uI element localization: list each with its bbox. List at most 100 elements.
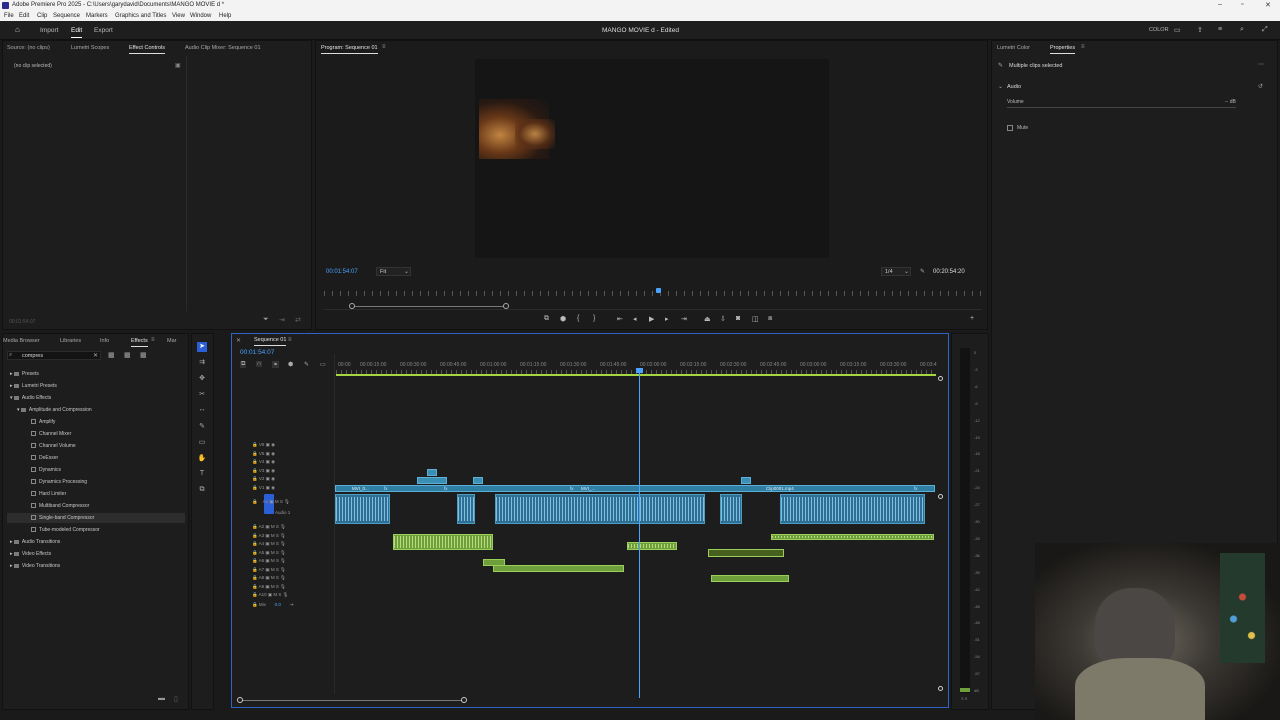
track-header-v5[interactable]: 🔒 V5 ▣ ◉ bbox=[252, 451, 275, 460]
audio-clip-a1[interactable] bbox=[720, 494, 742, 524]
menu-graphics[interactable]: Graphics and Titles bbox=[115, 13, 166, 19]
audio-clip-a1[interactable] bbox=[495, 494, 705, 524]
effect-dynamics-processing[interactable]: Dynamics Processing bbox=[31, 479, 87, 485]
tab-libraries[interactable]: Libraries bbox=[60, 338, 81, 344]
audio-clip-a3[interactable] bbox=[393, 534, 493, 550]
audio-clip-a1[interactable] bbox=[780, 494, 925, 524]
mark-in-icon[interactable]: { bbox=[577, 315, 579, 322]
snap-icon[interactable]: ∩ bbox=[256, 361, 263, 367]
horizontal-scrollbar[interactable] bbox=[240, 700, 464, 701]
audio-clip-a6[interactable] bbox=[493, 565, 624, 572]
tab-audio-clip-mixer[interactable]: Audio Clip Mixer: Sequence 01 bbox=[185, 45, 261, 51]
track-header-v3[interactable]: 🔒 V3 ▣ ◉ bbox=[252, 468, 275, 477]
audio-clip-a1[interactable] bbox=[457, 494, 475, 524]
track-header-a7[interactable]: 🔒 A7 ▣ M S 🎙 bbox=[252, 567, 288, 576]
track-header-a8[interactable]: 🔒 A8 ▣ M S 🎙 bbox=[252, 575, 288, 584]
track-header-a2[interactable]: 🔒 A2 ▣ M S 🎙 bbox=[252, 524, 288, 533]
track-header-a9[interactable]: 🔒 A9 ▣ M S 🎙 bbox=[252, 584, 288, 593]
lift-icon[interactable]: ⏏ bbox=[704, 315, 711, 323]
captions-icon[interactable]: ▭ bbox=[320, 361, 326, 368]
reset-icon[interactable]: ↺ bbox=[1258, 83, 1263, 90]
go-to-in-icon[interactable]: ⇤ bbox=[617, 315, 623, 323]
tree-video-transitions[interactable]: ▸ Video Transitions bbox=[10, 563, 60, 569]
audio-clip-a3b[interactable] bbox=[771, 534, 934, 540]
workspace-export[interactable]: Export bbox=[94, 27, 113, 34]
audio-clip-a7[interactable] bbox=[711, 575, 789, 582]
add-marker-icon[interactable]: ⬢ bbox=[560, 315, 566, 323]
hand-tool-icon[interactable]: ✋ bbox=[197, 454, 207, 464]
workspace-edit[interactable]: Edit bbox=[71, 27, 83, 38]
vertical-scroll-mid-handle[interactable] bbox=[938, 494, 943, 499]
effect-channel-volume[interactable]: Channel Volume bbox=[31, 443, 76, 449]
trash-icon[interactable]: ▯ bbox=[174, 695, 178, 703]
tree-lumetri-presets[interactable]: ▸ Lumetri Presets bbox=[10, 383, 57, 389]
add-marker-icon[interactable]: ⬢ bbox=[288, 361, 293, 368]
track-header-a10[interactable]: 🔒 A10 ▣ M S 🎙 bbox=[252, 592, 288, 601]
caption-tool-icon[interactable]: ⧉ bbox=[197, 486, 207, 496]
tab-effects[interactable]: Effects bbox=[131, 338, 148, 347]
track-header-v6[interactable]: 🔒 V6 ▣ ◉ bbox=[252, 442, 275, 451]
tree-presets[interactable]: ▸ Presets bbox=[10, 371, 39, 377]
close-icon[interactable]: ✕ bbox=[1265, 1, 1271, 9]
timeline-timecode[interactable]: 00:01:54:07 bbox=[240, 349, 274, 356]
effect-hard-limiter[interactable]: Hard Limiter bbox=[31, 491, 66, 497]
track-header-a3[interactable]: 🔒 A3 ▣ M S 🎙 bbox=[252, 533, 288, 542]
tab-lumetri-color[interactable]: Lumetri Color bbox=[997, 45, 1030, 51]
scroll-handle-left[interactable] bbox=[237, 697, 243, 703]
properties-menu-icon[interactable]: ≡ bbox=[1081, 44, 1085, 50]
effect-multiband-compressor[interactable]: Multiband Compressor bbox=[31, 503, 89, 509]
track-header-v4[interactable]: 🔒 V4 ▣ ◉ bbox=[252, 459, 275, 468]
tab-markers[interactable]: Mar bbox=[167, 338, 176, 344]
workspaces-menu-icon[interactable]: ≡ bbox=[1218, 26, 1222, 33]
pen-tool-icon[interactable]: ✎ bbox=[197, 422, 207, 432]
search-input[interactable]: compres bbox=[22, 353, 43, 359]
effect-amplify[interactable]: Amplify bbox=[31, 419, 55, 425]
mute-checkbox[interactable] bbox=[1007, 125, 1013, 131]
export-frame-icon[interactable]: ⇥ bbox=[279, 316, 285, 324]
track-header-a1[interactable]: 🔒 A1 ▣ M S 🎙 bbox=[252, 499, 290, 505]
maximize-icon[interactable]: ▫ bbox=[1241, 1, 1243, 8]
video-clip-v2d[interactable] bbox=[741, 477, 751, 484]
razor-tool-icon[interactable]: ✂ bbox=[197, 390, 207, 400]
accelerated-effects-icon[interactable]: ▦ bbox=[108, 351, 115, 359]
play-icon[interactable]: ▶ bbox=[649, 315, 654, 323]
program-menu-icon[interactable]: ≡ bbox=[382, 44, 386, 50]
step-forward-icon[interactable]: ▸ bbox=[665, 315, 669, 323]
effect-channel-mixer[interactable]: Channel Mixer bbox=[31, 431, 71, 437]
menu-help[interactable]: Help bbox=[219, 13, 231, 19]
vr-icon[interactable]: ⧈ bbox=[768, 315, 772, 323]
track-header-v2[interactable]: 🔒 V2 ▣ ◉ bbox=[252, 476, 275, 485]
go-to-out-icon[interactable]: ⇥ bbox=[681, 315, 687, 323]
program-playhead[interactable] bbox=[656, 288, 661, 293]
step-back-icon[interactable]: ◂ bbox=[633, 315, 637, 323]
timeline-tracks[interactable]: MVI_0... MVI_... Clip0001.mp4 fx fx fx f… bbox=[335, 354, 935, 694]
yuv-effects-icon[interactable]: ▦ bbox=[140, 351, 147, 359]
menu-markers[interactable]: Markers bbox=[86, 13, 108, 19]
32bit-effects-icon[interactable]: ▦ bbox=[124, 351, 131, 359]
effects-menu-icon[interactable]: ≡ bbox=[151, 337, 155, 343]
video-clip-v2c[interactable] bbox=[473, 477, 483, 484]
filter-icon[interactable]: ⏷ bbox=[263, 316, 269, 324]
type-tool-icon[interactable]: T bbox=[197, 470, 207, 480]
add-button-icon[interactable]: + bbox=[970, 315, 974, 322]
tab-program[interactable]: Program: Sequence 01 bbox=[321, 45, 378, 54]
program-ruler[interactable] bbox=[324, 291, 982, 296]
camera-icon[interactable]: ◙ bbox=[736, 315, 740, 322]
tab-effect-controls[interactable]: Effect Controls bbox=[129, 45, 165, 54]
solo-buttons[interactable]: S S bbox=[961, 696, 967, 701]
slip-tool-icon[interactable]: ↔ bbox=[197, 406, 207, 416]
playhead-handle[interactable] bbox=[636, 368, 643, 373]
tab-media-browser[interactable]: Media Browser bbox=[3, 338, 40, 344]
tree-amplitude-compression[interactable]: ▾ Amplitude and Compression bbox=[17, 407, 92, 413]
effect-single-band-compressor[interactable]: Single-band Compressor bbox=[31, 515, 94, 521]
effect-tube-modeled-compressor[interactable]: Tube-modeled Compressor bbox=[31, 527, 100, 533]
fit-dropdown[interactable]: Fit ⌄ bbox=[376, 267, 411, 276]
menu-edit[interactable]: Edit bbox=[19, 13, 29, 19]
linked-selection-icon[interactable]: ⚭ bbox=[272, 361, 280, 368]
chevron-down-icon[interactable]: ⌄ bbox=[998, 83, 1003, 90]
vertical-scroll-top-handle[interactable] bbox=[938, 376, 943, 381]
clear-search-icon[interactable]: ✕ bbox=[93, 352, 98, 359]
search-icon[interactable]: ⌕ bbox=[1240, 26, 1244, 34]
tree-audio-effects[interactable]: ▾ Audio Effects bbox=[10, 395, 51, 401]
extract-icon[interactable]: ⇩ bbox=[720, 315, 726, 323]
